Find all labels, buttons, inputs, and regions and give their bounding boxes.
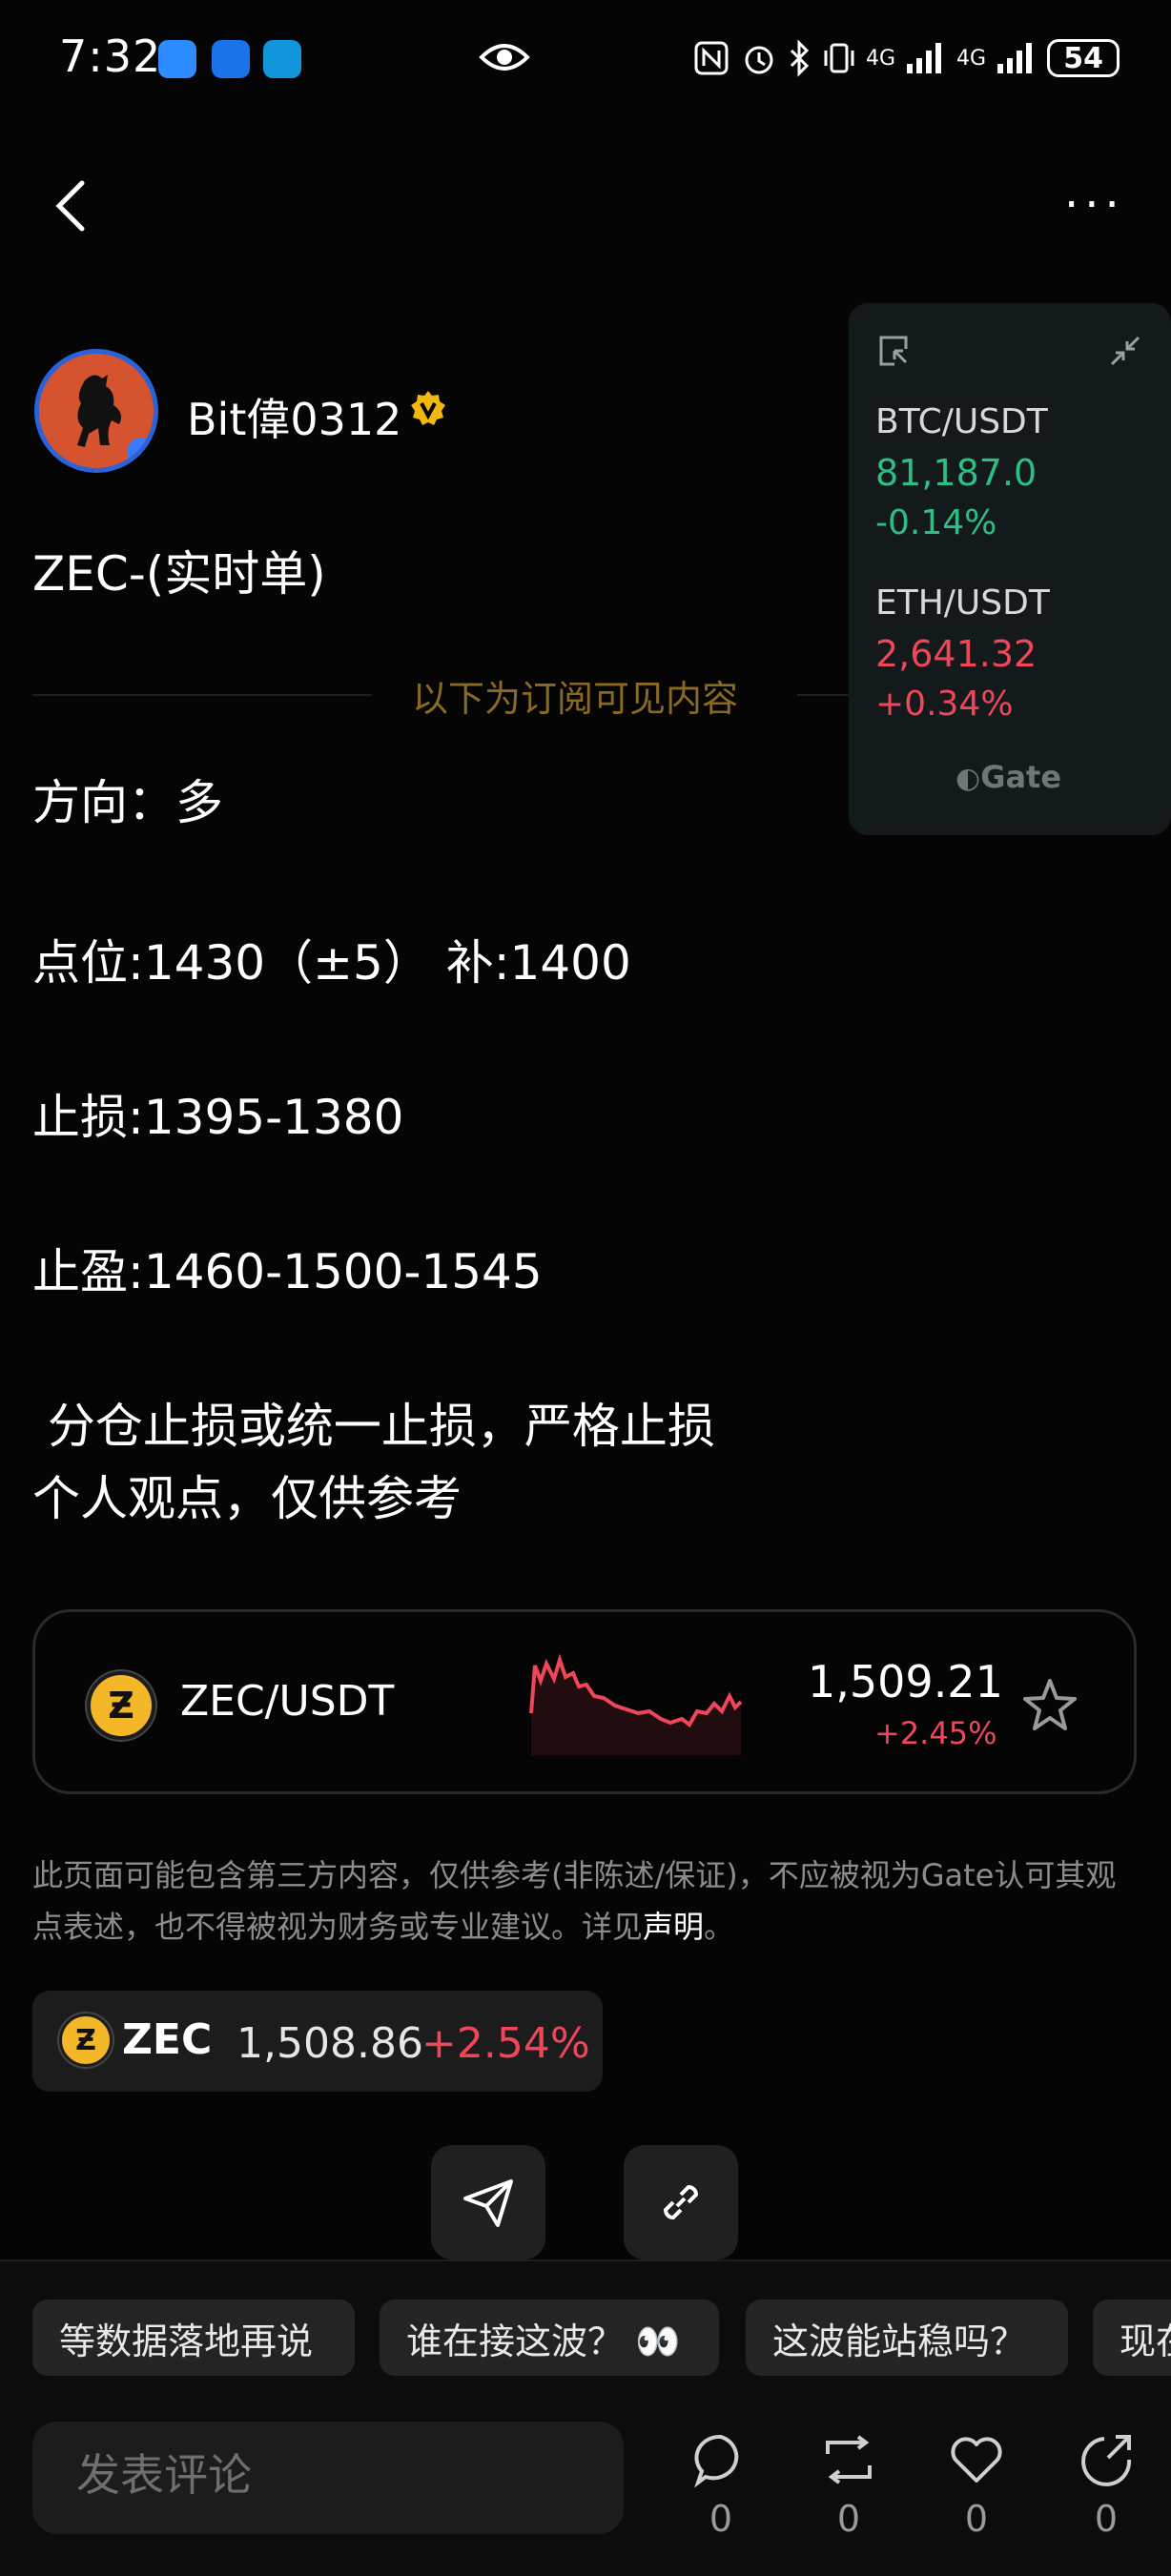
back-button[interactable] <box>48 177 95 235</box>
signal-icon <box>907 43 942 73</box>
quick-reply-chip[interactable]: 谁在接这波？ 👀 <box>380 2300 719 2376</box>
token-pair: ZEC/USDT <box>180 1677 395 1726</box>
comment-box[interactable] <box>32 2422 624 2534</box>
disclaimer-link[interactable]: 声明 <box>643 1909 704 1945</box>
like-action[interactable]: 0 <box>938 2431 1015 2540</box>
disclaimer-body: 此页面可能包含第三方内容，仅供参考(非陈述/保证)，不应被视为Gate认可其观点… <box>32 1857 1117 1945</box>
post-note: 个人观点，仅供参考 <box>32 1471 462 1526</box>
signal-icon-2 <box>997 43 1033 73</box>
signal-label-2: 4G <box>956 46 987 71</box>
comment-icon <box>694 2434 739 2488</box>
eye-icon <box>479 44 530 71</box>
author-name[interactable]: Bit偉0312 <box>187 385 401 448</box>
ticker-change: -0.14% <box>875 503 997 542</box>
vibrate-icon <box>824 43 854 73</box>
price-ticker-widget[interactable]: BTC/USDT 81,187.0 -0.14% ETH/USDT 2,641.… <box>849 303 1171 835</box>
coin-price: 1,508.86 <box>236 2019 423 2068</box>
post-direction: 方向：多 <box>32 775 223 830</box>
quick-reply-chip[interactable]: 等数据落地再说 <box>32 2300 355 2376</box>
zcash-icon: Ƶ <box>87 1671 155 1740</box>
sparkline-chart <box>529 1653 743 1755</box>
post-entry: 点位:1430（±5） 补:1400 <box>32 935 631 991</box>
post-take-profit: 止盈:1460-1500-1545 <box>32 1244 543 1299</box>
link-icon <box>663 2184 699 2220</box>
zcash-icon: Ƶ <box>59 2014 113 2067</box>
divider <box>32 694 372 696</box>
status-time: 7:32 <box>59 31 162 82</box>
share-count: 0 <box>1094 2498 1119 2540</box>
ticker-pair: BTC/USDT <box>875 402 1048 441</box>
gate-logo-icon: ◐ <box>955 762 981 795</box>
token-card[interactable]: Ƶ ZEC/USDT 1,509.21 +2.45% <box>32 1609 1137 1794</box>
avatar-badge <box>127 438 154 466</box>
subscription-divider-label: 以下为订阅可见内容 <box>412 678 739 720</box>
status-bar: 7:32 4G 4G 54 <box>0 0 1171 114</box>
quick-reply-chip[interactable]: 这波能站稳吗？ <box>746 2300 1068 2376</box>
disclaimer-end: 。 <box>704 1909 735 1945</box>
token-price: 1,509.21 <box>808 1656 1003 1707</box>
coin-symbol: ZEC <box>122 2015 213 2064</box>
battery-indicator: 54 <box>1047 39 1120 77</box>
ticker-price: 81,187.0 <box>875 452 1037 494</box>
send-icon <box>463 2179 513 2227</box>
post-title: ZEC-(实时单) <box>32 546 326 602</box>
quick-reply-chip[interactable]: 现在 <box>1093 2300 1171 2376</box>
disclaimer-text: 此页面可能包含第三方内容，仅供参考(非陈述/保证)，不应被视为Gate认可其观点… <box>32 1850 1140 1952</box>
share-icon <box>1081 2435 1132 2486</box>
signal-label-1: 4G <box>866 46 896 71</box>
expand-icon[interactable] <box>877 334 912 368</box>
ticker-pair: ETH/USDT <box>875 583 1050 623</box>
repost-count: 0 <box>836 2498 861 2540</box>
comment-input[interactable] <box>74 2448 612 2502</box>
app-notification-icon <box>158 40 196 78</box>
divider <box>797 694 854 696</box>
copy-link-button[interactable] <box>624 2145 738 2259</box>
send-button[interactable] <box>431 2145 545 2259</box>
coin-chip[interactable]: Ƶ ZEC 1,508.86 +2.54% <box>32 1991 603 2092</box>
status-icons: 4G 4G 54 <box>692 34 1120 82</box>
ticker-price: 2,641.32 <box>875 633 1037 675</box>
bluetooth-icon <box>790 39 810 77</box>
token-change: +2.45% <box>874 1715 997 1751</box>
like-count: 0 <box>964 2498 989 2540</box>
avatar[interactable] <box>34 349 158 473</box>
ticker-change: +0.34% <box>875 685 1014 724</box>
nfc-icon <box>694 41 729 75</box>
post-note: 分仓止损或统一止损，严格止损 <box>32 1399 715 1454</box>
repost-action[interactable]: 0 <box>811 2431 887 2540</box>
verified-badge-icon <box>411 391 445 425</box>
gate-logo-text: Gate <box>980 759 1062 795</box>
share-action[interactable]: 0 <box>1068 2431 1144 2540</box>
favorite-star-icon[interactable] <box>1021 1677 1079 1732</box>
globe-notification-icon <box>263 40 301 78</box>
more-options-button[interactable]: ··· <box>1064 182 1125 228</box>
gate-logo: ◐Gate <box>955 759 1061 795</box>
repost-icon <box>826 2435 872 2484</box>
coin-change: +2.54% <box>421 2019 590 2068</box>
post-stop-loss: 止损:1395-1380 <box>32 1090 404 1145</box>
comment-count: 0 <box>709 2498 733 2540</box>
heart-icon <box>951 2437 1002 2483</box>
comment-action[interactable]: 0 <box>683 2431 759 2540</box>
collapse-icon[interactable] <box>1108 334 1142 368</box>
alarm-icon <box>745 46 773 74</box>
browser-notification-icon <box>212 40 250 78</box>
